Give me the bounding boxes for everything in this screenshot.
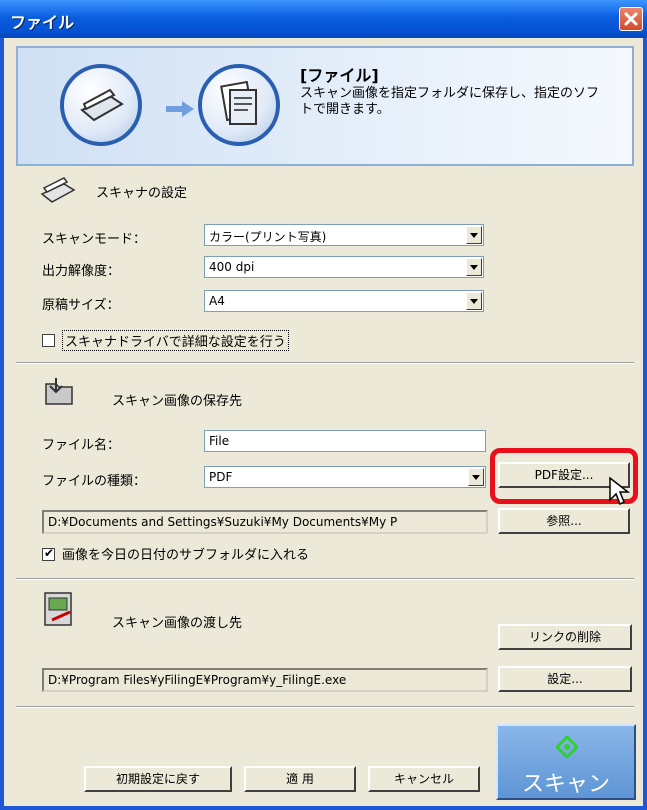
banner-description: スキャン画像を指定フォルダに保存し、指定のソフトで開きます。 — [300, 86, 600, 117]
filetype-label: ファイルの種類： — [42, 474, 147, 489]
checkmark-icon: ✔ — [44, 546, 55, 560]
save-destination-title: スキャン画像の保存先 — [112, 394, 243, 409]
close-icon — [624, 12, 638, 26]
app-path-value: D:¥Program Files¥yFilingE¥Program¥y_Fili… — [48, 673, 347, 687]
filename-label: ファイル名： — [42, 438, 121, 453]
handoff-title: スキャン画像の渡し先 — [112, 616, 243, 631]
window-title: ファイル — [10, 13, 75, 32]
reset-defaults-button[interactable]: 初期設定に戻す — [84, 766, 232, 792]
arrow-right-icon — [166, 101, 194, 117]
save-path-field: D:¥Documents and Settings¥Suzuki¥My Docu… — [42, 510, 488, 534]
filetype-value: PDF — [209, 470, 233, 484]
scanner-circle-icon — [60, 64, 142, 146]
app-handoff-icon — [44, 592, 72, 626]
doc-size-value: A4 — [209, 294, 225, 308]
mouse-cursor-icon — [609, 476, 630, 506]
file-settings-dialog: ファイル [ファイル] スキャン画像を指定フォルダに保存し、指定のソフトで開きま… — [0, 0, 647, 810]
banner: [ファイル] スキャン画像を指定フォルダに保存し、指定のソフトで開きます。 — [16, 46, 634, 166]
scan-mode-label: スキャンモード： — [42, 232, 147, 247]
apply-button[interactable]: 適 用 — [244, 766, 356, 792]
resolution-value: 400 dpi — [209, 260, 255, 274]
cancel-button[interactable]: キャンセル — [368, 766, 480, 792]
app-path-field: D:¥Program Files¥yFilingE¥Program¥y_Fili… — [42, 668, 488, 692]
browse-button[interactable]: 参照... — [498, 508, 630, 534]
scan-button-label: スキャン — [521, 772, 610, 797]
file-circle-icon — [198, 64, 280, 146]
close-button[interactable] — [619, 7, 643, 31]
banner-heading: [ファイル] — [300, 66, 379, 85]
title-bar[interactable]: ファイル — [0, 0, 647, 38]
scan-start-icon — [556, 736, 578, 758]
scanner-settings-title: スキャナの設定 — [96, 186, 188, 201]
doc-size-select[interactable]: A4 — [204, 290, 484, 312]
dropdown-arrow-icon[interactable] — [468, 468, 484, 486]
resolution-select[interactable]: 400 dpi — [204, 256, 484, 278]
driver-checkbox[interactable] — [42, 334, 55, 347]
divider — [16, 578, 634, 580]
doc-size-label: 原稿サイズ： — [42, 298, 120, 313]
scan-mode-select[interactable]: カラー(プリント写真) — [204, 224, 484, 246]
dropdown-arrow-icon[interactable] — [466, 258, 482, 276]
driver-checkbox-label[interactable]: スキャナドライバで詳細な設定を行う — [62, 330, 289, 351]
save-path-value: D:¥Documents and Settings¥Suzuki¥My Docu… — [48, 515, 398, 529]
filetype-select[interactable]: PDF — [204, 466, 486, 488]
remove-link-button[interactable]: リンクの削除 — [498, 624, 632, 650]
scan-mode-value: カラー(プリント写真) — [209, 230, 327, 244]
dropdown-arrow-icon[interactable] — [466, 226, 482, 244]
app-settings-button[interactable]: 設定... — [498, 666, 632, 692]
subfolder-checkbox[interactable]: ✔ — [42, 546, 55, 561]
subfolder-checkbox-label: 画像を今日の日付のサブフォルダに入れる — [62, 548, 310, 563]
divider — [16, 706, 634, 708]
save-folder-icon — [45, 378, 73, 405]
resolution-label: 出力解像度： — [42, 264, 121, 279]
scanner-icon — [40, 177, 76, 203]
dropdown-arrow-icon[interactable] — [466, 292, 482, 310]
scan-button[interactable]: スキャン — [496, 724, 636, 800]
divider — [16, 362, 634, 364]
filename-value: File — [209, 434, 230, 448]
filename-input[interactable]: File — [204, 430, 486, 452]
